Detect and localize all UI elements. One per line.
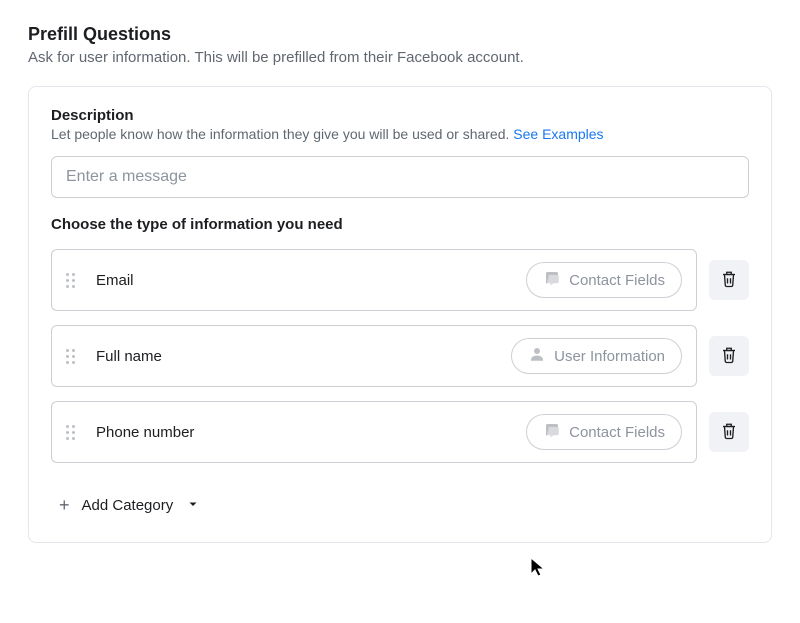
trash-icon [720,345,738,368]
description-subtitle: Let people know how the information they… [51,126,749,142]
field-card-phone-number: Phone number Contact Fields [51,401,697,463]
choose-type-title: Choose the type of information you need [51,216,749,233]
see-examples-link[interactable]: See Examples [513,126,603,142]
field-row: Full name User Information [51,325,749,387]
chevron-down-icon [187,497,199,514]
drag-handle-icon[interactable] [66,270,80,290]
cursor-icon [530,557,546,582]
delete-button[interactable] [709,336,749,376]
delete-button[interactable] [709,260,749,300]
add-category-label: Add Category [82,497,174,514]
field-card-full-name: Full name User Information [51,325,697,387]
field-row: Email Contact Fields [51,249,749,311]
page-subtitle: Ask for user information. This will be p… [28,49,772,66]
category-pill-contact-fields: Contact Fields [526,414,682,450]
plus-icon: + [59,495,70,516]
field-label: Phone number [96,424,194,441]
message-input[interactable] [51,156,749,198]
drag-handle-icon[interactable] [66,346,80,366]
description-subtitle-text: Let people know how the information they… [51,126,509,142]
chat-icon [543,421,561,443]
category-label: Contact Fields [569,272,665,289]
trash-icon [720,269,738,292]
category-pill-user-information: User Information [511,338,682,374]
drag-handle-icon[interactable] [66,422,80,442]
field-row: Phone number Contact Fields [51,401,749,463]
category-label: Contact Fields [569,424,665,441]
user-icon [528,345,546,367]
field-label: Email [96,272,134,289]
prefill-card: Description Let people know how the info… [28,86,772,543]
trash-icon [720,421,738,444]
add-category-button[interactable]: + Add Category [51,477,207,530]
delete-button[interactable] [709,412,749,452]
chat-icon [543,269,561,291]
field-card-email: Email Contact Fields [51,249,697,311]
field-label: Full name [96,348,162,365]
category-label: User Information [554,348,665,365]
description-title: Description [51,107,749,124]
page-title: Prefill Questions [28,24,772,45]
category-pill-contact-fields: Contact Fields [526,262,682,298]
